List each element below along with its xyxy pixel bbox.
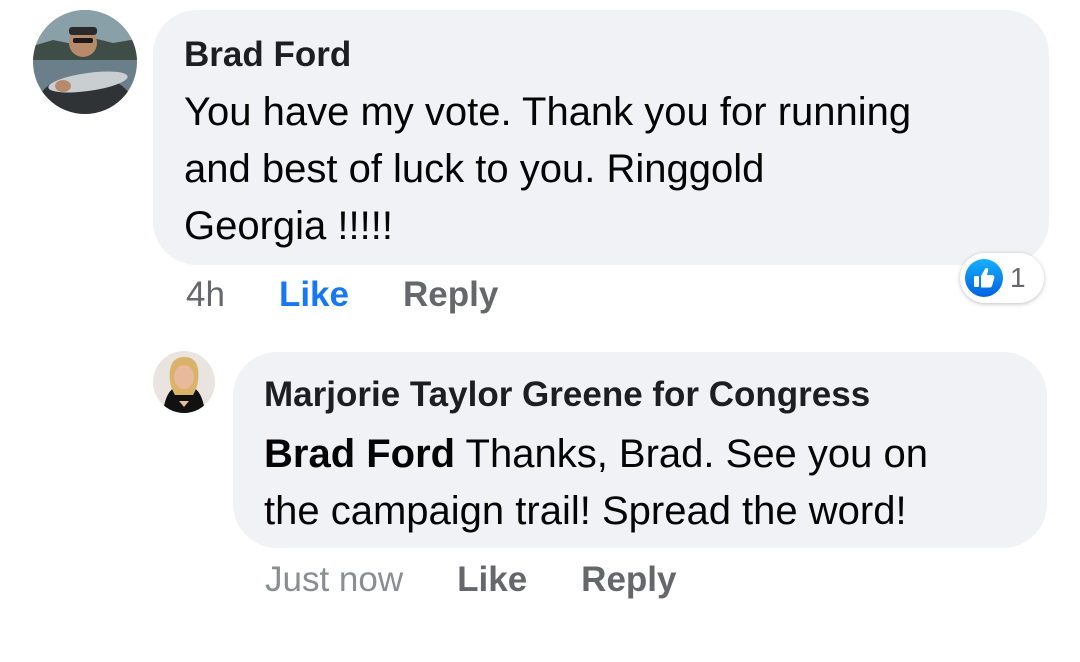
comment-text-line: Georgia !!!!! <box>184 204 393 248</box>
comment-actions: 4h Like Reply <box>186 275 498 315</box>
reply-text-segment: Thanks, Brad. See you on <box>455 432 929 476</box>
reply-button[interactable]: Reply <box>403 275 498 315</box>
like-button[interactable]: Like <box>279 275 349 315</box>
reply-text-line: Brad Ford Thanks, Brad. See you on <box>264 426 1017 483</box>
fisherman-photo-icon <box>33 10 137 114</box>
comment-timestamp[interactable]: 4h <box>186 275 225 315</box>
reply-text: Brad Ford Thanks, Brad. See you on the c… <box>264 426 1017 540</box>
comment-text-line: You have my vote. Thank you for running <box>184 90 912 134</box>
reply-text-line: the campaign trail! Spread the word! <box>264 489 907 533</box>
mention-link[interactable]: Brad Ford <box>264 432 455 476</box>
reply-author[interactable]: Marjorie Taylor Greene for Congress <box>264 374 1017 416</box>
comment-bubble: Brad Ford You have my vote. Thank you fo… <box>153 10 1049 265</box>
replier-avatar[interactable] <box>153 351 215 413</box>
reply-actions: Just now Like Reply <box>265 560 676 600</box>
thumbs-up-icon <box>965 259 1003 297</box>
comment-text: You have my vote. Thank you for running … <box>184 84 1019 255</box>
reply-timestamp[interactable]: Just now <box>265 560 403 600</box>
comment-author[interactable]: Brad Ford <box>184 34 1019 76</box>
reply-bubble: Marjorie Taylor Greene for Congress Brad… <box>233 352 1047 548</box>
commenter-avatar[interactable] <box>33 10 137 114</box>
comment-text-line: and best of luck to you. Ringgold <box>184 147 765 191</box>
reaction-badge[interactable]: 1 <box>960 253 1044 303</box>
reaction-count: 1 <box>1010 262 1026 293</box>
reply-like-button[interactable]: Like <box>457 560 527 600</box>
profile-photo-icon <box>153 351 215 413</box>
reply-reply-button[interactable]: Reply <box>581 560 676 600</box>
